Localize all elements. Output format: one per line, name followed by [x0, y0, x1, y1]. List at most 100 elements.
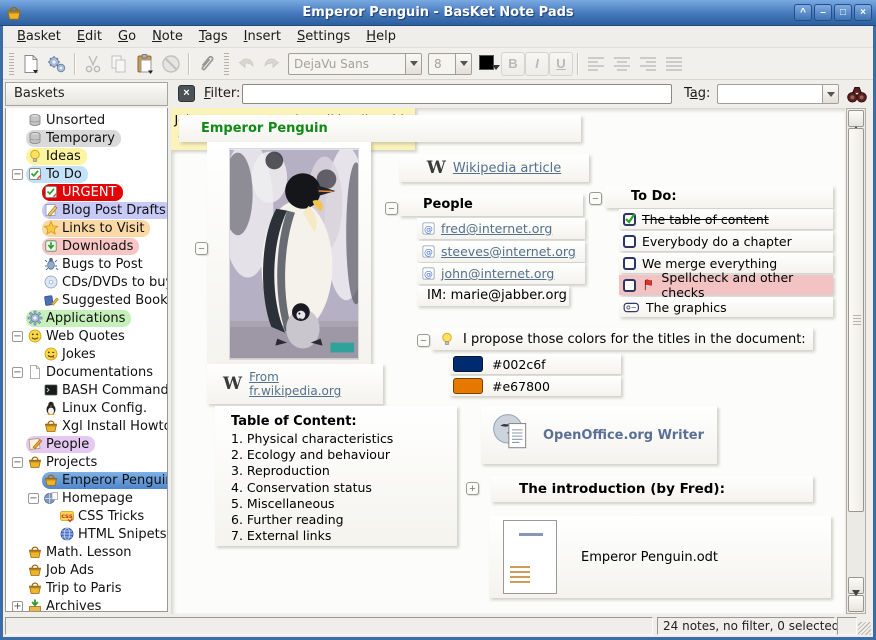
basket-item-archives[interactable]: +Archives [6, 597, 167, 612]
menu-note[interactable]: Note [144, 27, 191, 46]
launcher-note[interactable]: OpenOffice.org Writer [481, 406, 717, 464]
basket-item-emperor-penguin[interactable]: Emperor Penguin [6, 471, 167, 489]
todo-item-spellcheck-and-other-checks[interactable]: Spellcheck and other checks [619, 275, 833, 295]
basket-item-jokes[interactable]: Jokes [6, 345, 167, 363]
maximize-button[interactable]: □ [834, 4, 852, 21]
color-swatch-note-002c6f[interactable]: #002c6f [449, 354, 621, 374]
launcher-label[interactable]: OpenOffice.org Writer [543, 428, 704, 443]
basket-canvas[interactable]: Emperor Penguin − [171, 108, 845, 614]
paste-button[interactable] [132, 51, 158, 77]
basket-item-suggested-books[interactable]: Suggested Books [6, 291, 167, 309]
photo-note[interactable] [207, 142, 371, 366]
color-proposal-note[interactable]: I propose those colors for the titles in… [431, 328, 813, 350]
people-group-title[interactable]: People [399, 194, 583, 216]
basket-item-unsorted[interactable]: Unsorted [6, 111, 167, 129]
menu-help[interactable]: Help [358, 27, 404, 46]
shade-button[interactable]: ^ [794, 4, 812, 21]
group-toggle-colors[interactable]: − [417, 334, 430, 347]
basket-item-trip-to-paris[interactable]: Trip to Paris [6, 579, 167, 597]
photo-caption-note[interactable]: W From fr.wikipedia.org [207, 364, 383, 404]
email-note-fred[interactable]: @fred@internet.org [417, 218, 585, 239]
minimize-button[interactable]: – [814, 4, 832, 21]
basket-item-downloads[interactable]: Downloads [6, 237, 167, 255]
basket-item-web-quotes[interactable]: −Web Quotes [6, 327, 167, 345]
basket-item-blog-post-drafts[interactable]: Blog Post Drafts [6, 201, 167, 219]
color-swatch-note-e67800[interactable]: #e67800 [449, 376, 621, 396]
tree-toggle-web-quotes[interactable]: − [12, 331, 23, 342]
menu-tags[interactable]: Tags [191, 27, 236, 46]
tree-toggle-documentations[interactable]: − [12, 367, 23, 378]
clear-filter-icon[interactable]: × [178, 85, 195, 102]
tree-toggle-archives[interactable]: + [12, 601, 23, 612]
resize-grip[interactable] [858, 622, 871, 635]
email-note-john[interactable]: @john@internet.org [417, 263, 585, 284]
basket-item-xgl-install-howto[interactable]: Xgl Install Howto [6, 417, 167, 435]
new-note-button[interactable] [18, 51, 44, 77]
basket-item-bash-commands[interactable]: BASH Commands [6, 381, 167, 399]
basket-item-math-lesson[interactable]: Math. Lesson [6, 543, 167, 561]
toolbar-handle[interactable] [9, 53, 14, 75]
attach-button[interactable] [194, 51, 220, 77]
photo-caption-link[interactable]: From [249, 370, 341, 384]
basket-item-to-do[interactable]: −To Do [6, 165, 167, 183]
binoculars-icon[interactable] [846, 83, 868, 105]
email-note-steeves[interactable]: @steeves@internet.org [417, 241, 585, 262]
todo-checkbox[interactable] [623, 257, 636, 270]
menu-basket[interactable]: Basket [9, 27, 69, 46]
basket-item-cds-dvds-to-buy[interactable]: CDs/DVDs to buy [6, 273, 167, 291]
tag-dropdown-arrow[interactable] [822, 85, 838, 103]
todo-checkbox[interactable] [623, 279, 636, 292]
basket-item-job-ads[interactable]: Job Ads [6, 561, 167, 579]
scroll-down-button[interactable] [848, 595, 864, 612]
todo-item-the-table-of-content[interactable]: The table of content [619, 209, 833, 229]
todo-checkbox[interactable] [623, 213, 636, 226]
photo-caption-link-2[interactable]: fr.wikipedia.org [249, 384, 341, 398]
menu-edit[interactable]: Edit [69, 27, 110, 46]
basket-item-ideas[interactable]: Ideas [6, 147, 167, 165]
basket-item-css-tricks[interactable]: cssCSS Tricks [6, 507, 167, 525]
close-button[interactable]: × [854, 4, 872, 21]
todo-checkbox[interactable] [623, 235, 636, 248]
file-note[interactable]: Emperor Penguin.odt [489, 516, 831, 598]
group-toggle-todo[interactable]: − [589, 192, 602, 205]
group-toggle-introduction[interactable]: + [466, 482, 479, 495]
basket-item-html-snipets[interactable]: HTML Snipets [6, 525, 167, 543]
im-note[interactable]: IM: marie@jabber.org [417, 286, 569, 306]
todo-item-everybody-do-a-chapter[interactable]: Everybody do a chapter [619, 231, 833, 251]
basket-item-people[interactable]: People [6, 435, 167, 453]
email-link[interactable]: john@internet.org [441, 266, 554, 281]
basket-item-documentations[interactable]: −Documentations [6, 363, 167, 381]
basket-properties-button[interactable] [44, 51, 70, 77]
menu-settings[interactable]: Settings [289, 27, 358, 46]
filter-input[interactable] [242, 84, 672, 104]
tree-toggle-to-do[interactable]: − [12, 169, 23, 180]
tag-dropdown[interactable] [717, 84, 839, 104]
tree-toggle-homepage[interactable]: − [28, 493, 39, 504]
basket-item-urgent[interactable]: URGENT [6, 183, 167, 201]
basket-item-bugs-to-post[interactable]: Bugs to Post [6, 255, 167, 273]
scrollbar-thumb[interactable] [848, 128, 864, 512]
basket-item-homepage[interactable]: −Homepage [6, 489, 167, 507]
vertical-scrollbar[interactable] [846, 108, 866, 614]
basket-item-temporary[interactable]: Temporary [6, 129, 167, 147]
wikipedia-article-link[interactable]: Wikipedia article [453, 161, 561, 176]
menu-insert[interactable]: Insert [236, 27, 289, 46]
scroll-up-button[interactable] [848, 110, 864, 127]
titlebar[interactable]: Emperor Penguin - BasKet Note Pads ^–□× [0, 0, 876, 26]
basket-item-projects[interactable]: −Projects [6, 453, 167, 471]
basket-item-applications[interactable]: Applications [6, 309, 167, 327]
basket-item-links-to-visit[interactable]: Links to Visit [6, 219, 167, 237]
menu-go[interactable]: Go [110, 27, 144, 46]
progress-tag-icon[interactable] [623, 302, 640, 313]
introduction-group-title[interactable]: The introduction (by Fred): [491, 476, 813, 502]
todo-item-the-graphics[interactable]: The graphics [619, 297, 833, 317]
basket-item-linux-config[interactable]: Linux Config. [6, 399, 167, 417]
group-toggle-photo[interactable]: − [195, 242, 208, 255]
group-toggle-people[interactable]: − [385, 202, 398, 215]
email-link[interactable]: fred@internet.org [441, 221, 552, 236]
tree-toggle-projects[interactable]: − [12, 457, 23, 468]
todo-group-title[interactable]: To Do: [605, 186, 833, 208]
table-of-content-note[interactable]: Table of Content: 1. Physical characteri… [215, 406, 457, 546]
wikipedia-article-note[interactable]: W Wikipedia article [399, 154, 589, 182]
toolbar-handle[interactable] [224, 53, 229, 75]
